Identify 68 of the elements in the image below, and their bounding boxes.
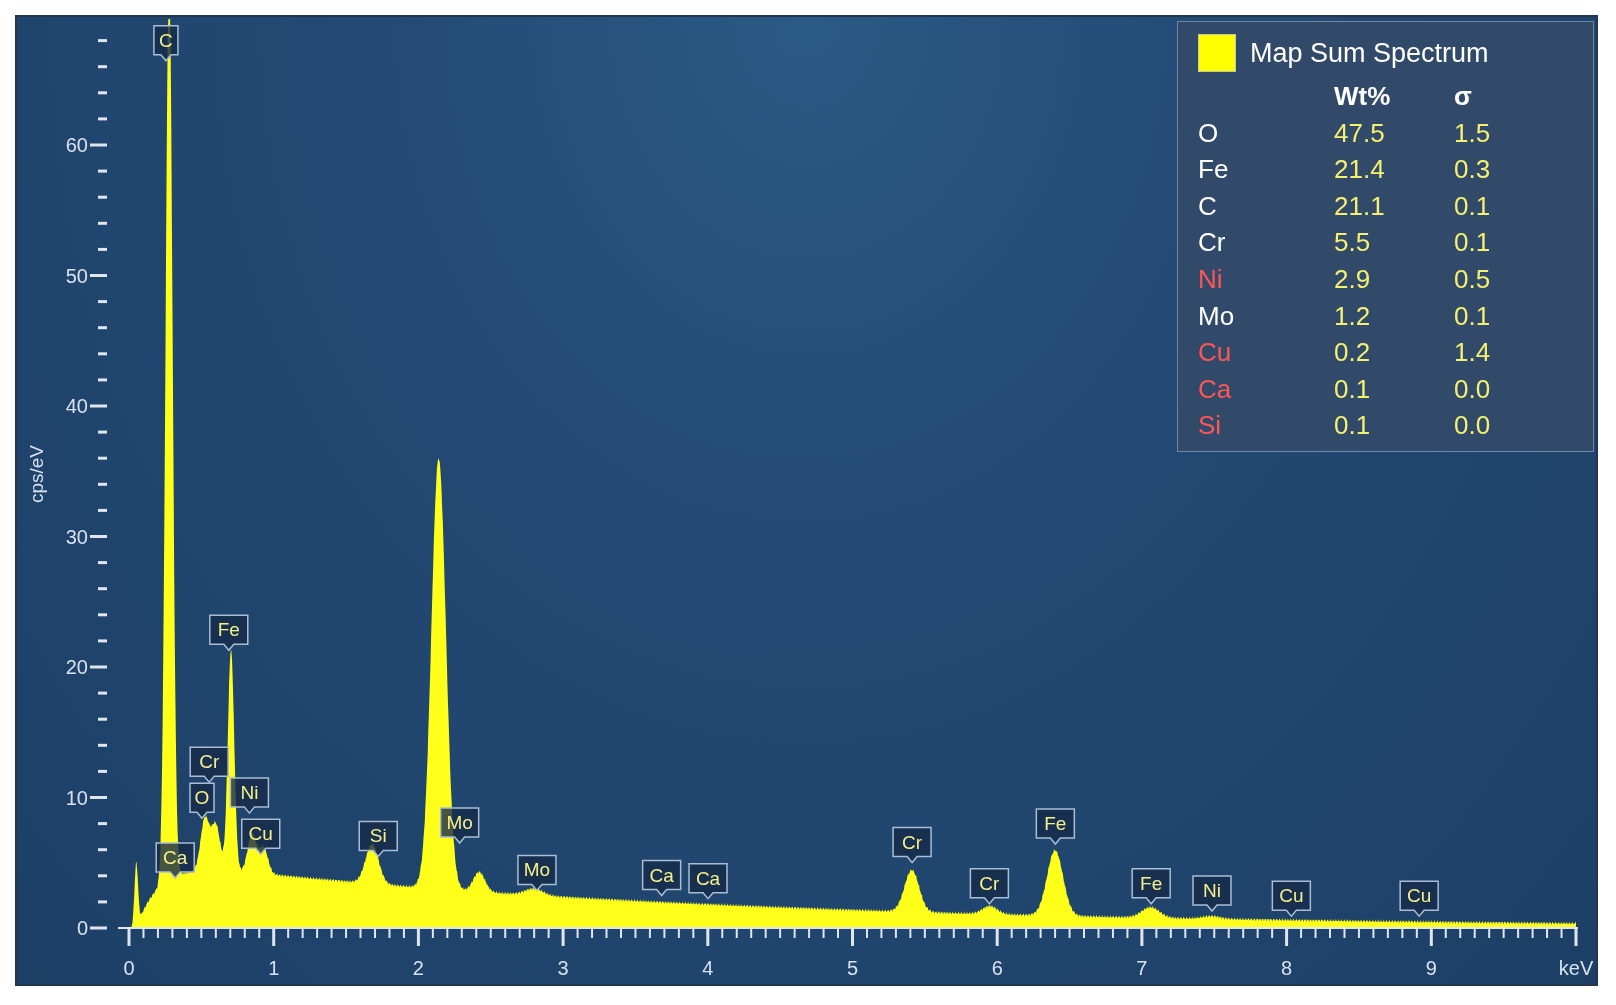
x-tick-label: 5: [846, 957, 859, 979]
x-tick-label: 8: [1281, 957, 1293, 979]
peak-label: Fe: [209, 614, 249, 652]
sigma-value: 0.1: [1454, 189, 1492, 223]
y-tick-label: 0: [76, 917, 88, 939]
y-tick-label: 60: [65, 134, 88, 156]
x-tick-label: 1: [268, 957, 280, 979]
sigma-value: 0.5: [1454, 262, 1492, 296]
sigma-value: 1.4: [1454, 336, 1492, 370]
sigma-value: 0.0: [1454, 372, 1492, 406]
spectrum-color-swatch: [1198, 34, 1236, 72]
element-name: Ni: [1198, 262, 1224, 296]
sigma-value: 0.3: [1454, 153, 1492, 187]
legend-title: Map Sum Spectrum: [1250, 37, 1489, 69]
y-tick-label: 40: [65, 395, 88, 417]
sigma-value: 0.0: [1454, 409, 1492, 443]
peak-label: Ni: [1192, 875, 1232, 913]
peak-label: Fe: [1131, 868, 1171, 905]
peak-label: Ca: [688, 862, 728, 900]
peak-label: Cu: [1271, 880, 1312, 918]
weight-percent: 5.5: [1334, 226, 1372, 260]
peak-label: Cu: [241, 818, 281, 856]
peak-label: Si: [358, 820, 398, 858]
element-name: Cu: [1198, 336, 1233, 370]
y-tick-label: 20: [65, 656, 88, 678]
peak-label: Cr: [892, 826, 932, 864]
sigma-value: 1.5: [1454, 116, 1492, 150]
peak-label: C: [153, 25, 179, 62]
x-tick-label: 2: [412, 957, 424, 979]
x-tick-label: 3: [557, 957, 569, 979]
weight-percent: 21.1: [1334, 189, 1386, 223]
element-name: Si: [1198, 409, 1223, 443]
weight-percent: 0.2: [1334, 336, 1372, 370]
x-tick-label: 6: [991, 957, 1003, 979]
x-tick-label: 4: [702, 957, 714, 979]
weight-percent: 2.9: [1334, 262, 1372, 296]
x-tick-label: 9: [1425, 957, 1437, 979]
element-name: Cr: [1198, 226, 1227, 260]
element-name: Fe: [1198, 153, 1230, 187]
x-tick-label: 0: [123, 957, 135, 979]
column-header: σ: [1454, 80, 1473, 113]
peak-label: Fe: [1035, 808, 1076, 846]
weight-percent: 0.1: [1334, 409, 1372, 443]
weight-percent: 21.4: [1334, 153, 1386, 187]
y-axis-label: cps/eV: [26, 444, 47, 504]
x-axis-unit: keV: [1558, 957, 1594, 979]
weight-percent: 1.2: [1334, 299, 1372, 333]
peak-label: Mo: [517, 854, 557, 892]
sigma-value: 0.1: [1454, 226, 1492, 260]
peak-label: Cr: [969, 868, 1010, 905]
peak-label: Cu: [1399, 880, 1439, 918]
element-name: O: [1198, 116, 1220, 150]
column-header: Wt%: [1334, 80, 1392, 113]
peak-label: Ni: [229, 777, 270, 815]
x-tick-label: 7: [1136, 957, 1148, 979]
element-name: C: [1198, 189, 1218, 223]
y-tick-label: 10: [65, 786, 88, 809]
element-name: Mo: [1198, 299, 1236, 333]
peak-label: Cr: [189, 746, 229, 784]
peak-label: Ca: [641, 859, 682, 897]
peak-label: Mo: [439, 807, 480, 845]
weight-percent: 47.5: [1334, 116, 1386, 150]
y-tick-label: 50: [65, 264, 88, 287]
weight-percent: 0.1: [1334, 372, 1372, 406]
sigma-value: 0.1: [1454, 299, 1492, 333]
y-tick-label: 30: [65, 525, 88, 548]
peak-label: O: [189, 782, 215, 820]
element-name: Ca: [1198, 372, 1233, 406]
